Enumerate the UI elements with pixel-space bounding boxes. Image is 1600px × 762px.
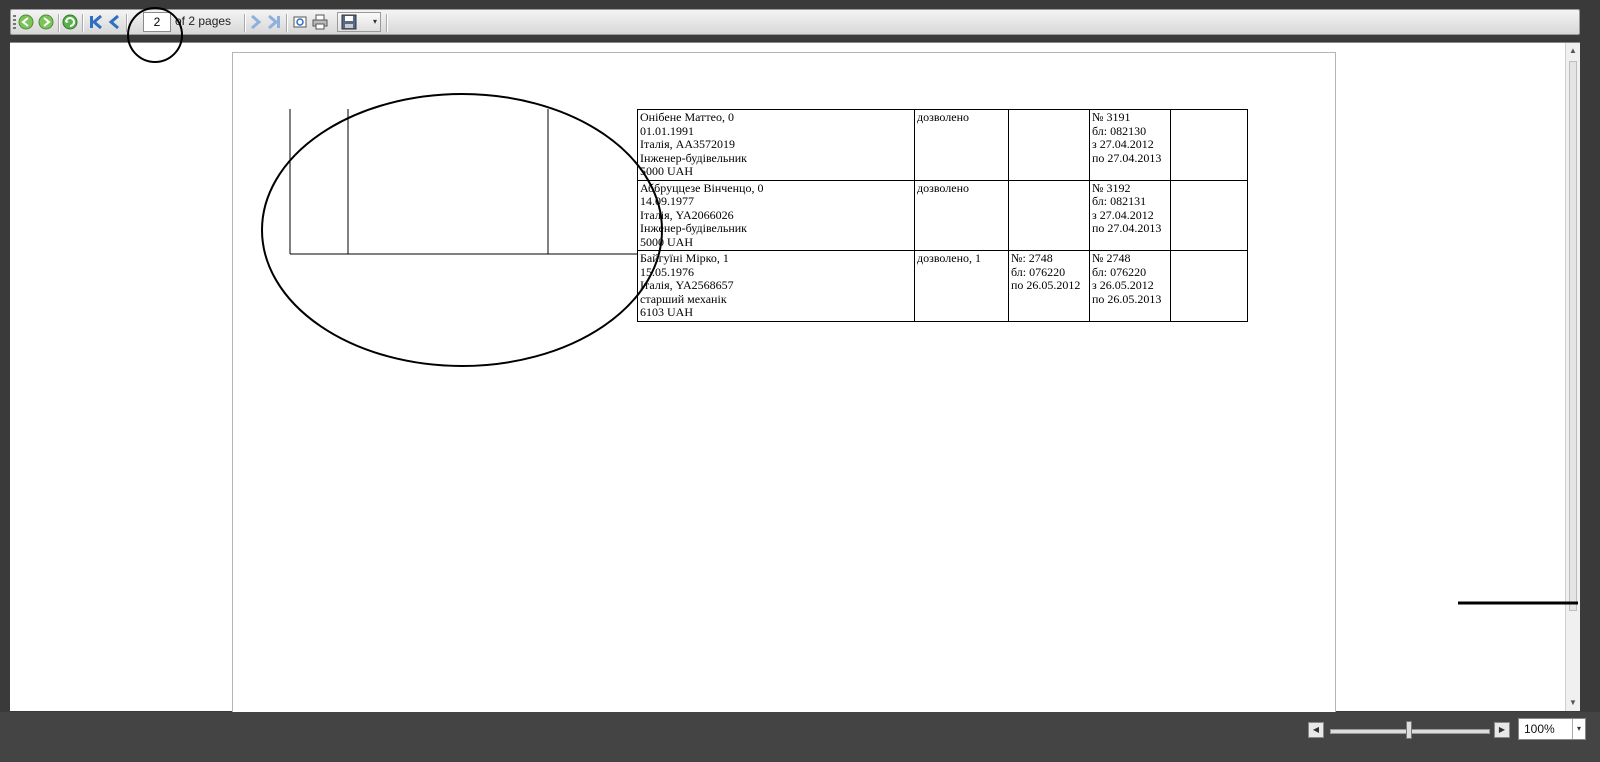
- save-dropdown[interactable]: ▾: [337, 12, 381, 32]
- cell-line: № 2748: [1092, 251, 1131, 265]
- status-cell: дозволено, 1: [914, 250, 1009, 322]
- scrollbar-thumb[interactable]: [1569, 61, 1577, 611]
- cell-line: з 27.04.2012: [1092, 207, 1154, 222]
- zoom-in-button[interactable]: ▶: [1494, 722, 1510, 738]
- cell-line: з 26.05.2012: [1092, 278, 1154, 292]
- cell-line: 14.09.1977: [640, 194, 694, 208]
- cell-line: Італія, YA2568657: [640, 278, 734, 292]
- note-cell: [1170, 250, 1248, 322]
- scroll-down-icon[interactable]: ▼: [1569, 699, 1577, 707]
- zoom-value: 100%: [1524, 722, 1555, 736]
- cell-line: старший механік: [640, 291, 727, 306]
- report-page: Онібене Маттео, 0 01.01.1991 Італія, АА357…: [232, 52, 1336, 722]
- cell-line: Італія, YA2066026: [640, 207, 734, 222]
- report-toolbar: of 2 pages ▾: [10, 9, 1580, 35]
- zoom-select[interactable]: 100% ▾: [1518, 718, 1586, 740]
- report-viewer-window: of 2 pages ▾: [0, 0, 1600, 762]
- chevron-down-icon: ▾: [1572, 719, 1585, 739]
- table-row: Байгуїні Мірко, 1 15.05.1976 Італія, YA256…: [637, 250, 1248, 322]
- cell-line: по 27.04.2013: [1092, 221, 1162, 235]
- last-page-icon[interactable]: [265, 13, 283, 31]
- cell-line: по 27.04.2013: [1092, 150, 1162, 165]
- cell-line: Аббруццезе Вінченцо, 0: [640, 180, 764, 195]
- cell-line: Інженер-будівельник: [640, 221, 748, 235]
- note-cell: [1170, 179, 1248, 251]
- cell-line: Байгуїні Мірко, 1: [640, 251, 729, 265]
- next-page-icon[interactable]: [249, 13, 263, 31]
- cell-line: 5000 UAH: [640, 164, 693, 178]
- cell-line: 5000 UAH: [640, 234, 693, 249]
- cell-line: 15.05.1976: [640, 264, 694, 279]
- status-cell: дозволено: [914, 109, 1009, 181]
- cell-line: Італія, АА3572019: [640, 137, 735, 151]
- permits-table: Онібене Маттео, 0 01.01.1991 Італія, АА357…: [637, 109, 1248, 322]
- zoom-out-button[interactable]: ◀: [1308, 722, 1324, 738]
- table-row: Онібене Маттео, 0 01.01.1991 Італія, АА357…: [637, 109, 1248, 181]
- cell-line: по 26.05.2013: [1092, 291, 1162, 306]
- permit-cell: № 3191 бл: 082130 з 27.04.2012 по 27.04.201…: [1089, 109, 1171, 181]
- first-page-icon[interactable]: [87, 13, 105, 31]
- cell-line: 6103 UAH: [640, 305, 693, 319]
- current-page-input[interactable]: [143, 12, 171, 32]
- cell-line: бл: 082131: [1092, 194, 1147, 208]
- table-fragment-lines: [289, 109, 638, 255]
- forward-icon[interactable]: [37, 13, 55, 31]
- cell-line: № 3192: [1092, 180, 1131, 195]
- prev-permit-cell: [1008, 109, 1090, 181]
- previous-page-icon[interactable]: [107, 13, 121, 31]
- note-cell: [1170, 109, 1248, 181]
- permit-cell: № 3192 бл: 082131 з 27.04.2012 по 27.04.201…: [1089, 179, 1171, 251]
- cell-line: бл: 082130: [1092, 123, 1147, 138]
- toolbar-grip[interactable]: [13, 15, 16, 29]
- refresh-icon[interactable]: [61, 13, 79, 31]
- print-icon[interactable]: [311, 13, 329, 31]
- back-icon[interactable]: [17, 13, 35, 31]
- prev-permit-cell: [1008, 179, 1090, 251]
- zoom-slider-thumb[interactable]: [1406, 721, 1412, 739]
- save-icon: [341, 14, 357, 35]
- cell-line: Інженер-будівельник: [640, 150, 748, 165]
- cell-line: по 26.05.2012: [1011, 278, 1081, 292]
- page-count-label: of 2 pages: [175, 14, 232, 28]
- vertical-scrollbar[interactable]: ▲ ▼: [1565, 43, 1580, 711]
- person-cell: Аббруццезе Вінченцо, 0 14.09.1977 Італія, …: [637, 179, 915, 251]
- status-bar: ◀ ▶ 100% ▾: [0, 712, 1600, 762]
- cell-line: бл: 076220: [1011, 264, 1066, 279]
- scroll-up-icon[interactable]: ▲: [1569, 47, 1577, 55]
- permit-cell: № 2748 бл: 076220 з 26.05.2012 по 26.05.201…: [1089, 250, 1171, 322]
- cell-line: №: 2748: [1011, 251, 1053, 265]
- status-cell: дозволено: [914, 179, 1009, 251]
- cell-line: 01.01.1991: [640, 123, 694, 138]
- chevron-down-icon: ▾: [372, 17, 377, 26]
- person-cell: Байгуїні Мірко, 1 15.05.1976 Італія, YA256…: [637, 250, 915, 322]
- prev-permit-cell: №: 2748 бл: 076220 по 26.05.2012: [1008, 250, 1090, 322]
- cell-line: бл: 076220: [1092, 264, 1147, 279]
- report-viewport[interactable]: Онібене Маттео, 0 01.01.1991 Італія, АА357…: [10, 42, 1580, 722]
- page-setup-icon[interactable]: [291, 13, 309, 31]
- table-row: Аббруццезе Вінченцо, 0 14.09.1977 Італія, …: [637, 179, 1248, 251]
- cell-line: Онібене Маттео, 0: [640, 110, 734, 124]
- cell-line: з 27.04.2012: [1092, 137, 1154, 151]
- cell-line: № 3191: [1092, 110, 1131, 124]
- person-cell: Онібене Маттео, 0 01.01.1991 Італія, АА357…: [637, 109, 915, 181]
